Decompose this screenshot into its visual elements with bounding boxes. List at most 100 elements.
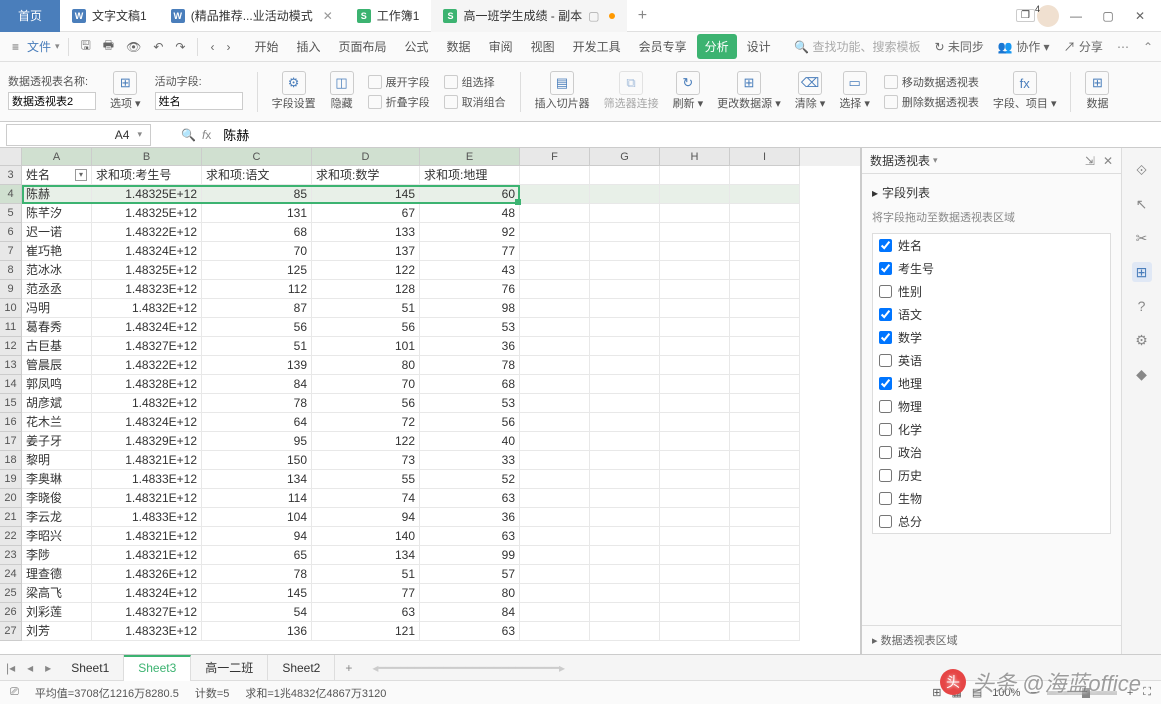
cell[interactable]: 52 xyxy=(420,470,520,489)
cell[interactable]: 57 xyxy=(420,565,520,584)
cell[interactable]: 85 xyxy=(202,185,312,204)
cell[interactable] xyxy=(590,185,660,204)
field-checkbox[interactable] xyxy=(879,469,892,482)
cell[interactable]: 98 xyxy=(420,299,520,318)
cell[interactable]: 150 xyxy=(202,451,312,470)
cell[interactable] xyxy=(660,508,730,527)
cell[interactable] xyxy=(520,223,590,242)
menu-tab-数据[interactable]: 数据 xyxy=(439,34,479,59)
cell[interactable] xyxy=(660,299,730,318)
cell[interactable]: 1.48325E+12 xyxy=(92,185,202,204)
cell[interactable] xyxy=(660,204,730,223)
row-header[interactable]: 27 xyxy=(0,622,22,641)
row-header[interactable]: 15 xyxy=(0,394,22,413)
cell[interactable]: 114 xyxy=(202,489,312,508)
cell[interactable] xyxy=(590,337,660,356)
field-row[interactable]: 历史 xyxy=(873,464,1110,487)
side-clip-icon[interactable]: ✂ xyxy=(1132,228,1152,248)
row-header[interactable]: 9 xyxy=(0,280,22,299)
cell[interactable]: 94 xyxy=(202,527,312,546)
cell[interactable]: 1.48324E+12 xyxy=(92,242,202,261)
cell[interactable]: 122 xyxy=(312,432,420,451)
cell[interactable]: 范冰冰 xyxy=(22,261,92,280)
ungroup-button[interactable]: 取消组合 xyxy=(444,94,506,110)
new-tab-button[interactable]: + xyxy=(627,7,657,25)
filter-conn-button[interactable]: ⧉筛选器连接 xyxy=(604,71,659,111)
cell[interactable]: 求和项:考生号 xyxy=(92,166,202,185)
cell[interactable]: 1.48322E+12 xyxy=(92,356,202,375)
cell[interactable] xyxy=(660,223,730,242)
row-header[interactable]: 21 xyxy=(0,508,22,527)
maximize-button[interactable]: ▢ xyxy=(1093,4,1123,28)
field-row[interactable]: 生物 xyxy=(873,487,1110,510)
field-row[interactable]: 姓名 xyxy=(873,234,1110,257)
cell[interactable] xyxy=(590,508,660,527)
cell[interactable]: 李奥琳 xyxy=(22,470,92,489)
redo-icon[interactable]: ↷ xyxy=(171,38,189,56)
cell[interactable] xyxy=(590,413,660,432)
field-checkbox[interactable] xyxy=(879,239,892,252)
tab-wb1[interactable]: S工作簿1 xyxy=(345,0,432,32)
cell[interactable]: 范丞丞 xyxy=(22,280,92,299)
cell[interactable] xyxy=(590,584,660,603)
cell[interactable]: 56 xyxy=(312,394,420,413)
cell[interactable]: 求和项:语文 xyxy=(202,166,312,185)
field-checkbox[interactable] xyxy=(879,262,892,275)
more-icon[interactable]: ⋯ xyxy=(1117,40,1129,54)
cell[interactable] xyxy=(590,261,660,280)
cell[interactable] xyxy=(660,242,730,261)
cell[interactable] xyxy=(660,166,730,185)
side-gear-icon[interactable]: ⚙ xyxy=(1132,330,1152,350)
cell[interactable]: 36 xyxy=(420,508,520,527)
fields-items-button[interactable]: fx字段、项目 ▾ xyxy=(993,71,1057,111)
hide-button[interactable]: ◫隐藏 xyxy=(330,71,354,111)
field-checkbox[interactable] xyxy=(879,400,892,413)
cell[interactable]: 139 xyxy=(202,356,312,375)
cell[interactable] xyxy=(660,451,730,470)
col-header-D[interactable]: D xyxy=(312,148,420,166)
cell[interactable]: 70 xyxy=(202,242,312,261)
cell[interactable] xyxy=(520,166,590,185)
col-header-F[interactable]: F xyxy=(520,148,590,166)
cell[interactable] xyxy=(730,261,800,280)
move-pivot-button[interactable]: 移动数据透视表 xyxy=(884,74,979,90)
cell[interactable]: 51 xyxy=(202,337,312,356)
cell[interactable]: 胡彦斌 xyxy=(22,394,92,413)
cell[interactable]: 54 xyxy=(202,603,312,622)
cell[interactable]: 花木兰 xyxy=(22,413,92,432)
preview-icon[interactable]: 👁 xyxy=(122,38,145,56)
cell[interactable]: 1.4833E+12 xyxy=(92,508,202,527)
cell[interactable]: 65 xyxy=(202,546,312,565)
cell[interactable]: 63 xyxy=(312,603,420,622)
cell[interactable] xyxy=(730,508,800,527)
share-button[interactable]: ↗ 分享 xyxy=(1064,38,1103,55)
field-row[interactable]: 政治 xyxy=(873,441,1110,464)
cell[interactable]: 84 xyxy=(202,375,312,394)
save-icon[interactable]: 🖫 xyxy=(77,34,95,59)
cell[interactable] xyxy=(730,432,800,451)
menu-tab-公式[interactable]: 公式 xyxy=(397,34,437,59)
cell[interactable]: 78 xyxy=(202,565,312,584)
cell[interactable]: 姜子牙 xyxy=(22,432,92,451)
field-checkbox[interactable] xyxy=(879,285,892,298)
cell[interactable] xyxy=(520,451,590,470)
side-more-icon[interactable]: ◆ xyxy=(1132,364,1152,384)
tab-active[interactable]: S高一班学生成绩 - 副本 ▢ xyxy=(431,0,627,32)
row-header[interactable]: 23 xyxy=(0,546,22,565)
field-checkbox[interactable] xyxy=(879,308,892,321)
cell[interactable]: 60 xyxy=(420,185,520,204)
cell[interactable] xyxy=(590,299,660,318)
cell[interactable] xyxy=(520,584,590,603)
cell[interactable]: 李晓俊 xyxy=(22,489,92,508)
cell[interactable] xyxy=(660,603,730,622)
pivot-name-input[interactable] xyxy=(8,92,96,110)
cell[interactable] xyxy=(520,565,590,584)
cell[interactable]: 131 xyxy=(202,204,312,223)
row-header[interactable]: 17 xyxy=(0,432,22,451)
cell[interactable]: 李陟 xyxy=(22,546,92,565)
menu-tab-视图[interactable]: 视图 xyxy=(523,34,563,59)
slicer-button[interactable]: ▤插入切片器 xyxy=(535,71,590,111)
cell[interactable] xyxy=(660,356,730,375)
cell[interactable]: 56 xyxy=(312,318,420,337)
expand-field-button[interactable]: 展开字段 xyxy=(368,74,430,90)
